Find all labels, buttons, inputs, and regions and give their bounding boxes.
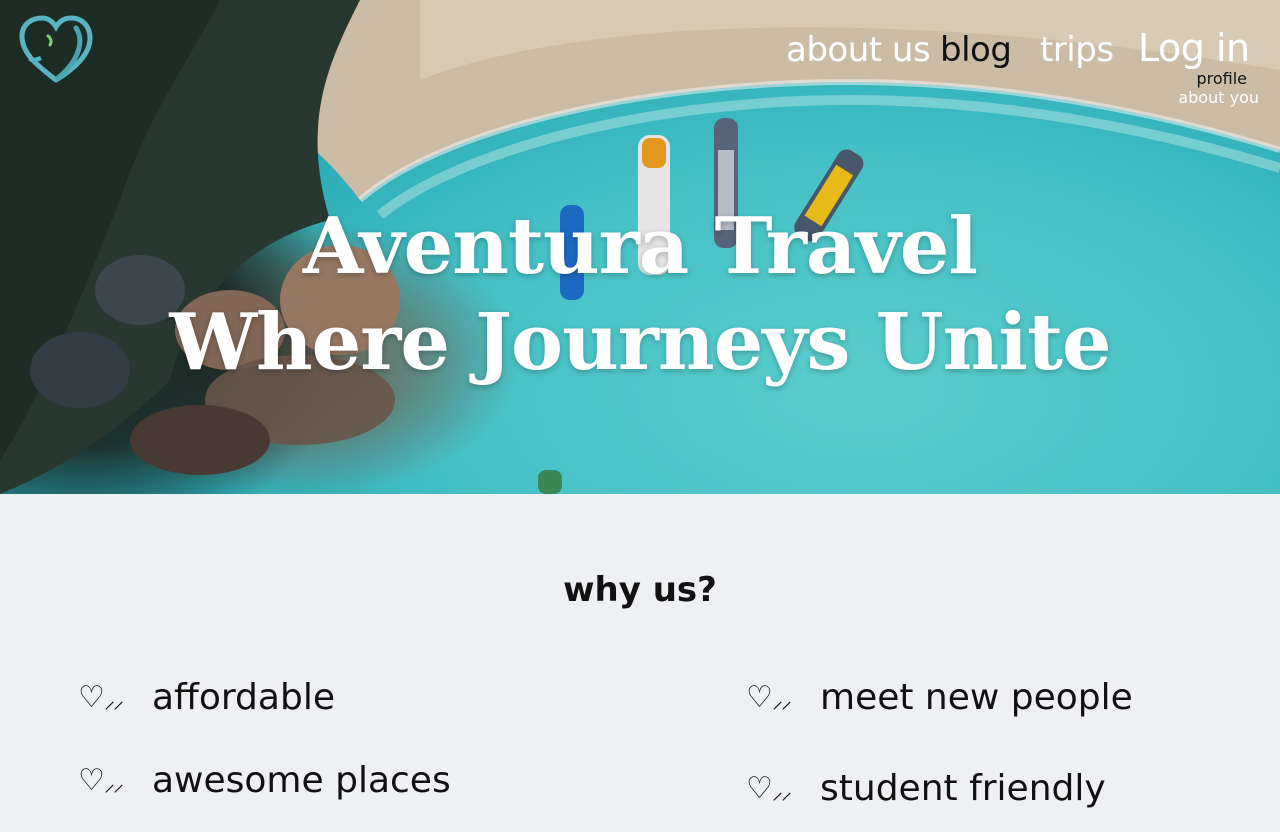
check-ticks-icon: ⸝⸝ (772, 689, 792, 714)
nav-about-us-link[interactable]: about us (786, 28, 931, 72)
feature-meet-new-people: ♡ ⸝⸝ meet new people (746, 676, 1133, 720)
heart-check-icon: ♡ (746, 680, 773, 715)
nav-blog-link[interactable]: blog (940, 28, 1012, 72)
heart-check-icon: ♡ (746, 771, 773, 806)
why-us-heading: why us? (563, 570, 717, 610)
feature-affordable: ♡ ⸝⸝ affordable (78, 676, 335, 720)
feature-student-friendly: ♡ ⸝⸝ student friendly (746, 767, 1106, 811)
heart-plane-logo-icon[interactable] (18, 14, 94, 86)
check-ticks-icon: ⸝⸝ (772, 780, 792, 805)
dropdown-profile-link[interactable]: profile (1196, 70, 1247, 88)
feature-awesome-places: ♡ ⸝⸝ awesome places (78, 759, 451, 803)
feature-label: awesome places (152, 760, 451, 801)
feature-label: meet new people (820, 677, 1133, 718)
feature-label: affordable (152, 677, 335, 718)
feature-label: student friendly (820, 768, 1106, 809)
hero-title-line-1: Aventura Travel (302, 201, 978, 292)
heart-check-icon: ♡ (78, 763, 105, 798)
dropdown-about-you-link[interactable]: about you (1178, 89, 1259, 107)
nav-trips-link[interactable]: trips (1040, 28, 1114, 72)
heart-check-icon: ♡ (78, 680, 105, 715)
hero-title-line-2: Where Journeys Unite (169, 297, 1111, 388)
check-ticks-icon: ⸝⸝ (104, 772, 124, 797)
nav-login-link[interactable]: Log in (1138, 26, 1250, 70)
check-ticks-icon: ⸝⸝ (104, 689, 124, 714)
